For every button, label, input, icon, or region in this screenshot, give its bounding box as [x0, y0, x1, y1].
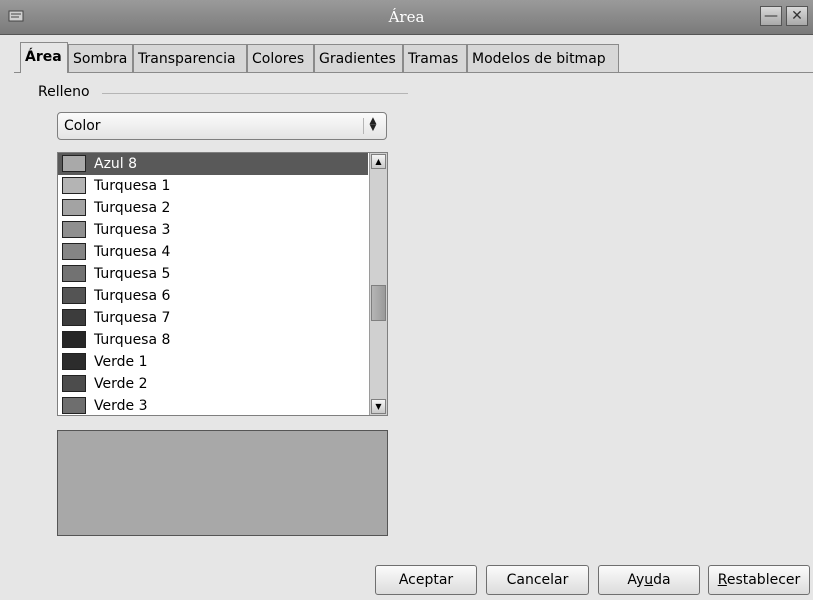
tab-sombra[interactable]: Sombra — [68, 44, 133, 72]
color-list[interactable]: Azul 8 Turquesa 1 Turquesa 2 Turquesa 3 … — [57, 152, 388, 416]
color-swatch — [62, 221, 86, 238]
color-swatch — [62, 199, 86, 216]
minimize-icon: — — [764, 8, 778, 24]
scroll-up-button[interactable]: ▲ — [371, 154, 386, 169]
color-item-turquesa-1[interactable]: Turquesa 1 — [58, 175, 368, 197]
help-accelerator: u — [644, 572, 654, 588]
color-swatch — [62, 155, 86, 172]
scroll-thumb[interactable] — [371, 285, 386, 321]
color-item-label: Turquesa 5 — [94, 266, 171, 282]
close-button[interactable]: ✕ — [786, 6, 808, 26]
tab-area[interactable]: Área — [20, 42, 68, 73]
arrow-up-icon: ▲ — [375, 157, 382, 166]
color-swatch — [62, 309, 86, 326]
fill-preview — [57, 430, 388, 536]
color-item-turquesa-2[interactable]: Turquesa 2 — [58, 197, 368, 219]
ok-button[interactable]: Aceptar — [375, 565, 477, 595]
updown-icon: ▲ ▼ — [363, 117, 382, 134]
color-item-label: Turquesa 3 — [94, 222, 171, 238]
color-item-turquesa-7[interactable]: Turquesa 7 — [58, 307, 368, 329]
scroll-down-button[interactable]: ▼ — [371, 399, 386, 414]
color-item-label: Azul 8 — [94, 156, 138, 172]
color-item-turquesa-4[interactable]: Turquesa 4 — [58, 241, 368, 263]
color-list-scrollbar[interactable]: ▲ ▼ — [369, 153, 387, 415]
tab-modelos-de-bitmap[interactable]: Modelos de bitmap — [467, 44, 619, 72]
color-item-label: Verde 2 — [94, 376, 148, 392]
color-item-label: Verde 3 — [94, 398, 148, 414]
arrow-down-icon: ▼ — [375, 402, 382, 411]
color-swatch — [62, 375, 86, 392]
minimize-button[interactable]: — — [760, 6, 782, 26]
help-label-post: da — [653, 572, 671, 588]
color-swatch — [62, 243, 86, 260]
color-item-label: Turquesa 2 — [94, 200, 171, 216]
color-item-label: Verde 1 — [94, 354, 148, 370]
color-item-label: Turquesa 1 — [94, 178, 171, 194]
color-item-turquesa-3[interactable]: Turquesa 3 — [58, 219, 368, 241]
help-label-pre: Ay — [627, 572, 645, 588]
title-bar: Área — ✕ — [0, 0, 813, 35]
color-item-label: Turquesa 7 — [94, 310, 171, 326]
fill-group-separator — [102, 93, 408, 94]
color-item-turquesa-5[interactable]: Turquesa 5 — [58, 263, 368, 285]
reset-accelerator: R — [717, 572, 727, 588]
color-item-azul-8[interactable]: Azul 8 — [58, 153, 368, 175]
reset-label-post: establecer — [726, 572, 801, 588]
window-title: Área — [388, 8, 425, 26]
tab-gradientes[interactable]: Gradientes — [314, 44, 403, 72]
color-item-turquesa-6[interactable]: Turquesa 6 — [58, 285, 368, 307]
color-item-label: Turquesa 8 — [94, 332, 171, 348]
color-item-label: Turquesa 6 — [94, 288, 171, 304]
color-item-verde-3[interactable]: Verde 3 — [58, 395, 368, 415]
tab-transparencia[interactable]: Transparencia — [133, 44, 247, 72]
color-swatch — [62, 331, 86, 348]
color-swatch — [62, 397, 86, 414]
tab-panel-border — [14, 72, 813, 73]
color-swatch — [62, 177, 86, 194]
cancel-button[interactable]: Cancelar — [486, 565, 589, 595]
fill-type-select[interactable]: Color ▲ ▼ — [57, 112, 387, 140]
reset-button[interactable]: Restablecer — [708, 565, 810, 595]
color-item-verde-1[interactable]: Verde 1 — [58, 351, 368, 373]
tab-tramas[interactable]: Tramas — [403, 44, 467, 72]
tab-colores[interactable]: Colores — [247, 44, 314, 72]
help-button[interactable]: Ayuda — [598, 565, 700, 595]
fill-group-label: Relleno — [38, 84, 90, 100]
color-swatch — [62, 353, 86, 370]
fill-type-value: Color — [64, 118, 101, 134]
color-item-verde-2[interactable]: Verde 2 — [58, 373, 368, 395]
color-swatch — [62, 265, 86, 282]
color-item-label: Turquesa 4 — [94, 244, 171, 260]
color-swatch — [62, 287, 86, 304]
color-item-turquesa-8[interactable]: Turquesa 8 — [58, 329, 368, 351]
close-icon: ✕ — [791, 8, 803, 24]
